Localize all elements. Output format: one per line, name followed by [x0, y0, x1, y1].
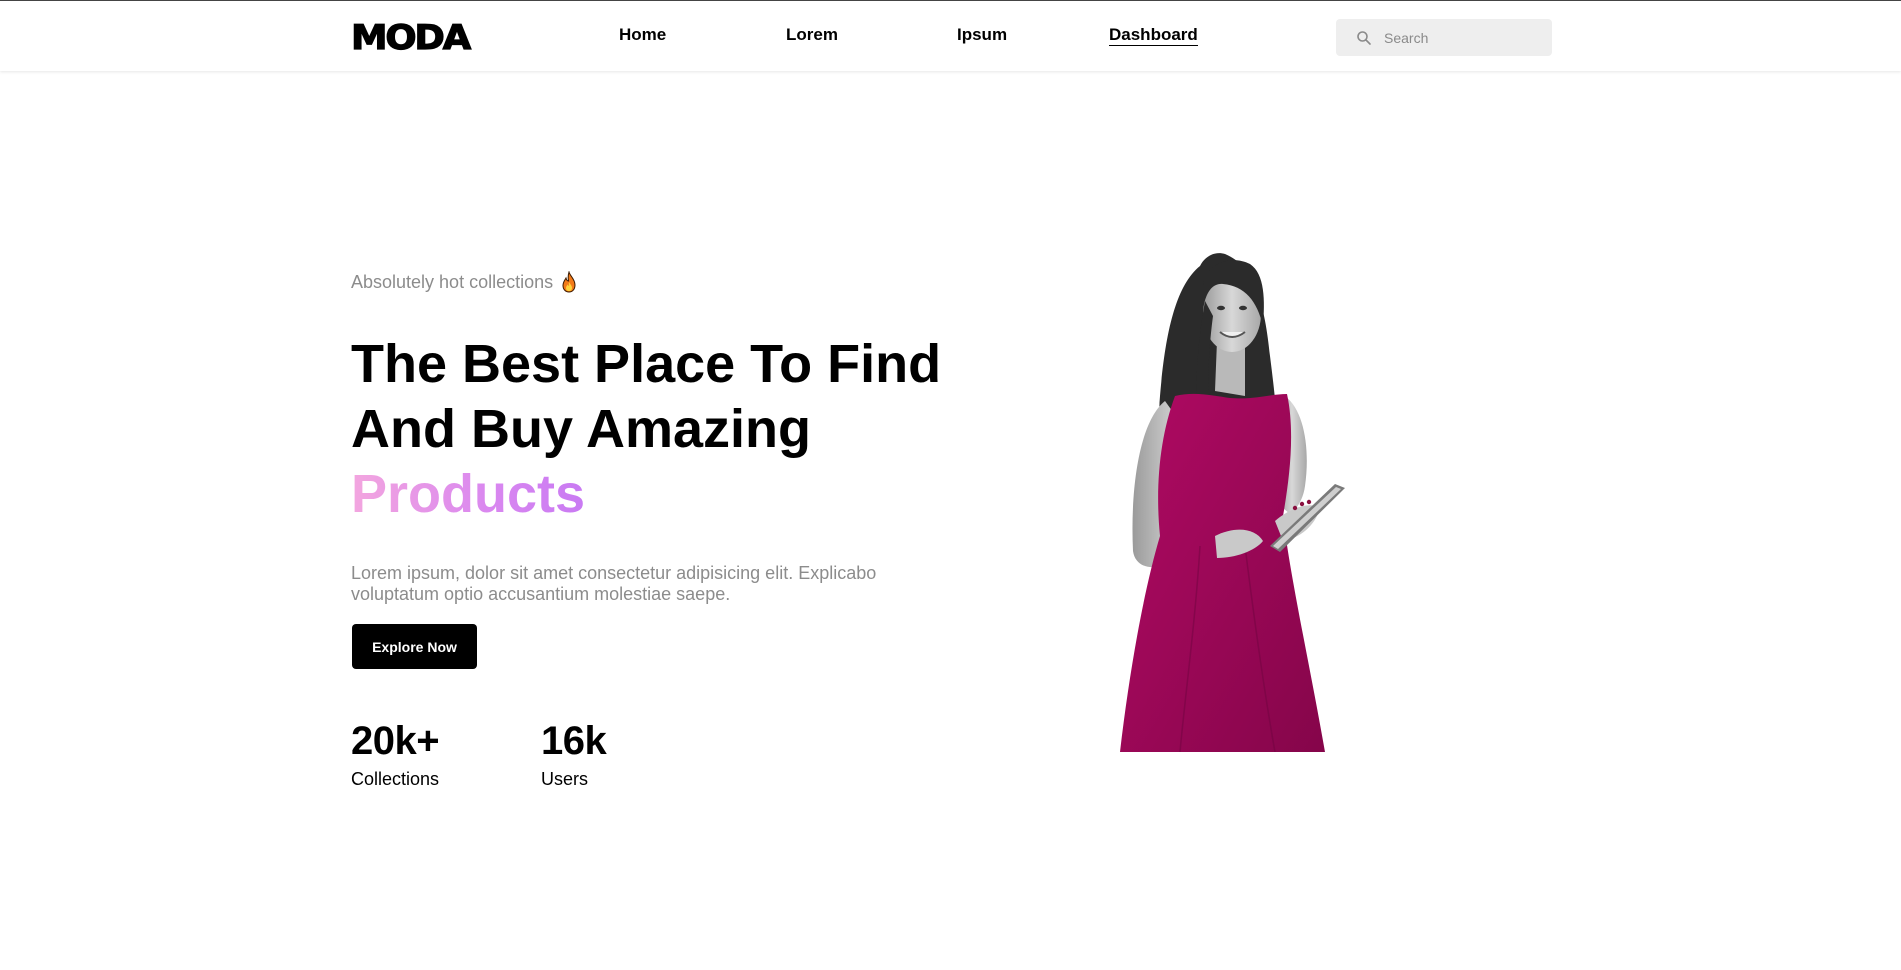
stat-value: 16k [541, 719, 607, 763]
stat-label: Collections [351, 769, 440, 789]
hero-headline: The Best Place To Find And Buy Amazing P… [351, 332, 971, 527]
stat-collections: 20k+ Collections [351, 718, 440, 790]
brand-logo[interactable]: MODA [350, 18, 471, 57]
nav-link-dashboard[interactable]: Dashboard [1109, 25, 1198, 46]
headline-accent-word: Products [351, 464, 586, 524]
hero-description: Lorem ipsum, dolor sit amet consectetur … [351, 563, 877, 604]
stat-users: 16k Users [541, 718, 607, 790]
stat-value: 20k+ [351, 719, 440, 763]
nav-link-home[interactable]: Home [619, 25, 666, 45]
search-box[interactable] [1336, 19, 1552, 56]
top-navigation-bar: MODA Home Lorem Ipsum Dashboard [0, 0, 1901, 71]
tagline-text: Absolutely hot collections [351, 272, 554, 292]
explore-now-button[interactable]: Explore Now [352, 624, 477, 669]
nav-link-ipsum[interactable]: Ipsum [957, 25, 1007, 45]
search-icon [1357, 31, 1371, 45]
stat-label: Users [541, 769, 589, 789]
nav-link-lorem[interactable]: Lorem [786, 25, 838, 45]
hero-model-image [1120, 253, 1345, 752]
headline-text: The Best Place To Find And Buy Amazing [351, 334, 942, 459]
search-input[interactable] [1384, 19, 1544, 56]
hero-tagline: Absolutely hot collections [351, 270, 577, 294]
fire-icon [562, 271, 576, 293]
